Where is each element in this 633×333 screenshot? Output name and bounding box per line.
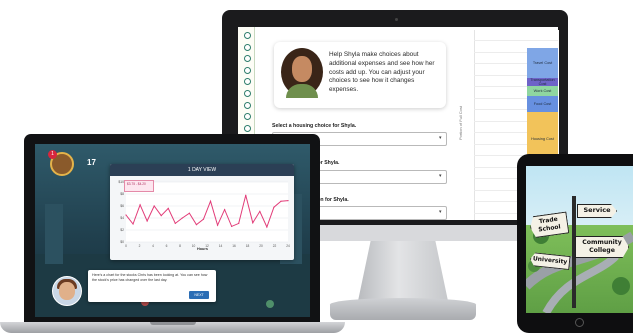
- x-tick-label: 14: [219, 244, 223, 248]
- price-point: [216, 224, 219, 226]
- price-point: [188, 212, 190, 214]
- chevron-down-icon: ▾: [439, 173, 442, 179]
- x-tick-label: 8: [179, 244, 181, 248]
- dialog-text: Here's a chart for the stocks Chris has …: [92, 273, 208, 282]
- sign-service[interactable]: Service: [577, 204, 617, 218]
- price-point: [287, 200, 289, 202]
- chevron-down-icon: ▾: [439, 209, 442, 215]
- sign-community-college[interactable]: Community College: [575, 236, 629, 258]
- stock-chart-title: 1 DAY VIEW: [110, 164, 294, 176]
- price-point: [160, 215, 162, 217]
- price-point: [125, 214, 127, 216]
- y-tick-label: $2: [120, 228, 124, 232]
- stack-food-label: Food Cost: [533, 102, 552, 106]
- intro-text: Help Shyla make choices about additional…: [329, 51, 435, 94]
- binding-ring: [244, 101, 251, 109]
- shyla-face: [292, 56, 312, 82]
- price-point: [266, 226, 268, 228]
- price-point: [139, 204, 141, 206]
- binding-ring: [244, 90, 251, 97]
- cost-chart-axis-label: Portion of Full Cost: [458, 105, 463, 140]
- laptop-notch: [150, 322, 196, 325]
- x-tick-label: 24: [286, 244, 290, 248]
- binding-ring: [244, 32, 251, 39]
- stack-transportation: Transportation Cost: [527, 78, 558, 86]
- stack-food: Food Cost: [527, 96, 558, 112]
- price-tooltip: $3.75 - $4.20: [124, 180, 154, 192]
- next-button[interactable]: NEXT: [189, 291, 209, 299]
- x-tick-label: 0: [125, 244, 127, 248]
- price-point: [202, 218, 205, 220]
- y-tick-label: $8: [120, 192, 124, 196]
- price-point: [174, 222, 176, 224]
- price-point: [238, 222, 240, 224]
- stack-travel-label: Travel Cost: [532, 61, 553, 65]
- price-point: [245, 194, 247, 196]
- price-point: [167, 207, 169, 209]
- price-point: [153, 205, 155, 207]
- home-button[interactable]: [575, 318, 584, 327]
- price-point: [146, 220, 148, 222]
- price-point: [252, 222, 254, 224]
- binding-ring: [244, 43, 251, 51]
- price-point: [181, 217, 183, 219]
- stack-transportation-label: Transportation Cost: [530, 78, 555, 86]
- binding-ring: [244, 66, 251, 74]
- stack-work: Work Cost: [527, 86, 558, 96]
- x-tick-label: 6: [166, 244, 168, 248]
- x-tick-label: 2: [139, 244, 141, 248]
- stack-work-label: Work Cost: [533, 89, 552, 93]
- stack-travel: Travel Cost: [527, 48, 558, 78]
- housing-question-label: Select a housing choice for Shyla.: [272, 123, 357, 129]
- x-tick-label: 20: [259, 244, 263, 248]
- y-tick-label: $4: [120, 216, 124, 220]
- x-tick-label: 18: [246, 244, 250, 248]
- x-axis-title: Hours: [197, 247, 208, 251]
- price-point: [224, 209, 226, 211]
- day-counter: 17: [87, 158, 96, 167]
- price-point: [195, 224, 198, 226]
- x-tick-label: 10: [192, 244, 196, 248]
- chris-face: [59, 282, 75, 300]
- camera-dot: [395, 18, 398, 21]
- price-point: [259, 210, 261, 212]
- grid-line: [474, 40, 558, 41]
- monitor-stand: [358, 241, 448, 301]
- price-point: [273, 206, 275, 208]
- y-tick-label: $6: [120, 204, 124, 208]
- price-point: [280, 200, 282, 202]
- x-tick-label: 16: [232, 244, 236, 248]
- x-tick-label: 4: [152, 244, 154, 248]
- monitor-stand-base: [330, 298, 476, 320]
- chevron-down-icon: ▾: [439, 135, 442, 141]
- x-tick-label: 22: [273, 244, 277, 248]
- notification-badge: 1: [48, 150, 57, 159]
- price-point: [132, 223, 134, 225]
- y-tick-label: $0: [120, 240, 124, 244]
- price-point: [209, 200, 212, 202]
- stack-housing-label: Housing Cost: [531, 137, 554, 141]
- binding-ring: [244, 124, 251, 132]
- price-point: [231, 225, 233, 227]
